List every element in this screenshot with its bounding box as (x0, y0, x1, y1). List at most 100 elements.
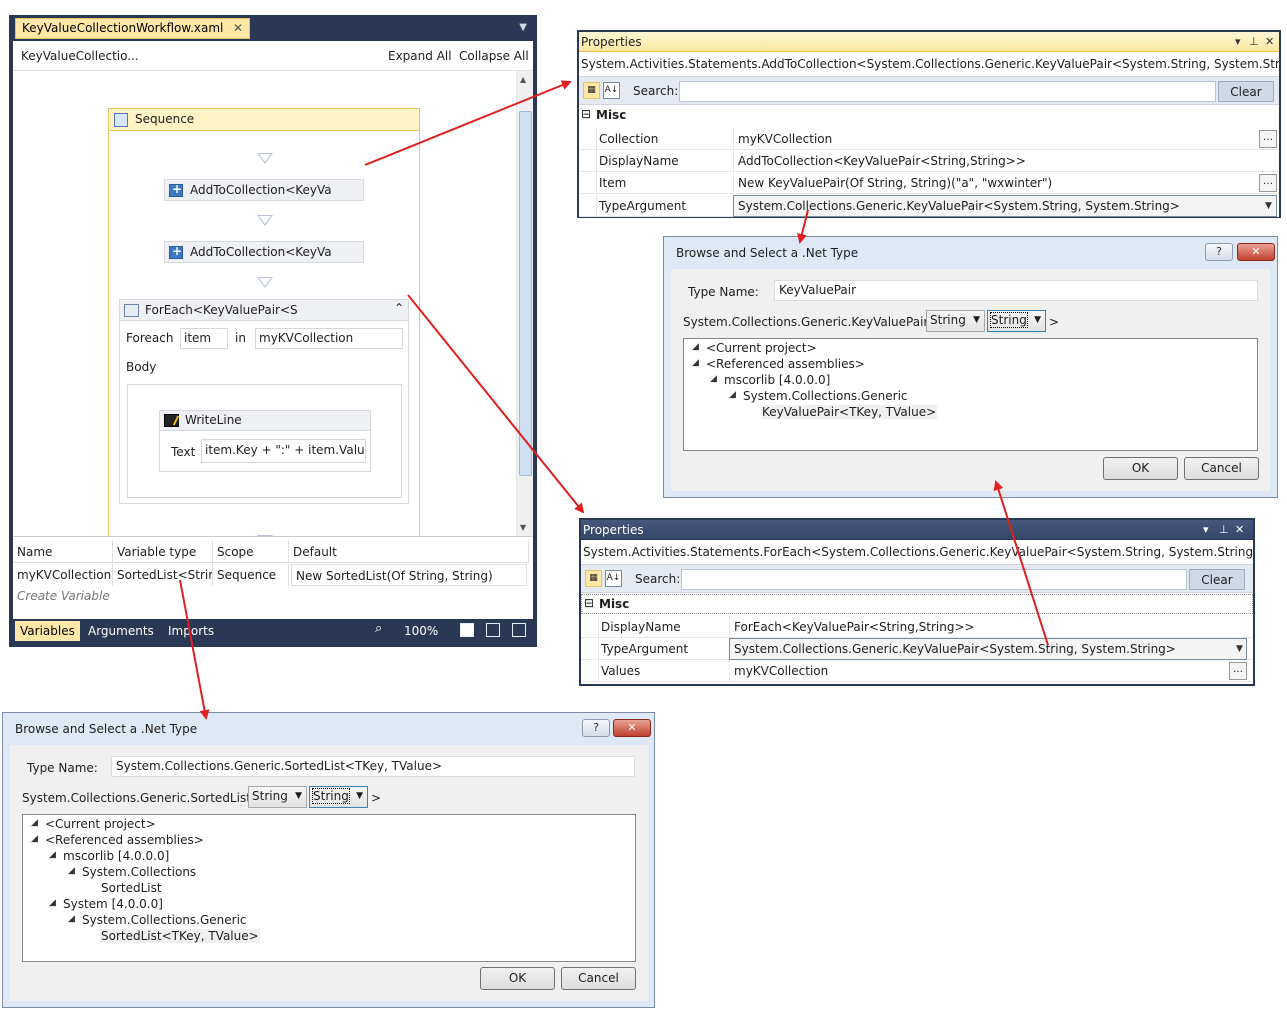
tab-arguments[interactable]: Arguments (83, 621, 159, 641)
variable-name-cell[interactable]: myKVCollection (13, 564, 113, 586)
drop-target-arrow-icon[interactable] (257, 153, 273, 164)
drop-target-arrow-icon[interactable] (257, 277, 273, 288)
tree-node-namespace[interactable]: ◢ System.Collections.Generic (68, 913, 247, 927)
type-argument-select[interactable]: System.Collections.Generic.KeyValuePair<… (733, 195, 1277, 217)
type-argument-select[interactable]: System.Collections.Generic.KeyValuePair<… (729, 638, 1247, 660)
clear-button[interactable]: Clear (1218, 81, 1274, 102)
tree-node-system[interactable]: ◢ System [4.0.0.0] (49, 897, 163, 911)
property-value[interactable]: myKVCollection (729, 660, 1227, 682)
ellipsis-button[interactable]: … (1259, 130, 1277, 148)
type-argument-2-select[interactable]: String ▼ (309, 786, 368, 808)
category-misc[interactable]: Misc (579, 106, 1279, 126)
create-variable-link[interactable]: Create Variable (13, 585, 213, 607)
category-misc[interactable]: Misc (581, 594, 1253, 614)
close-icon[interactable]: ✕ (233, 21, 243, 35)
tree-node-type[interactable]: SortedList (101, 881, 162, 895)
overview-map-icon[interactable] (512, 623, 526, 637)
fit-to-screen-icon[interactable] (486, 623, 500, 637)
categorized-icon[interactable]: ▦ (583, 82, 600, 99)
tab-imports[interactable]: Imports (163, 621, 219, 641)
alphabetical-sort-icon[interactable]: A↓ (605, 570, 622, 587)
expand-icon[interactable]: ◢ (31, 834, 38, 844)
document-tab[interactable]: KeyValueCollectionWorkflow.xaml ✕ (15, 18, 250, 39)
writeline-header[interactable]: WriteLine (160, 411, 370, 431)
clear-button[interactable]: Clear (1189, 569, 1245, 590)
tree-node-mscorlib[interactable]: ◢ mscorlib [4.0.0.0] (710, 373, 830, 387)
column-header-default[interactable]: Default (289, 541, 529, 563)
close-icon[interactable]: ✕ (1265, 35, 1274, 48)
expand-icon[interactable]: ◢ (729, 390, 736, 400)
column-header-name[interactable]: Name (13, 541, 113, 563)
expand-icon[interactable]: ◢ (692, 342, 699, 352)
tree-node-current-project[interactable]: ◢ <Current project> (31, 817, 156, 831)
help-button[interactable]: ? (1205, 243, 1233, 261)
foreach-header[interactable]: ForEach<KeyValuePair<S ⌃ (120, 300, 408, 321)
tree-node-namespace[interactable]: ◢ System.Collections.Generic (729, 389, 908, 403)
pin-icon[interactable]: ⊥ (1219, 523, 1229, 536)
pin-icon[interactable]: ⊥ (1249, 35, 1259, 48)
close-button[interactable]: ✕ (613, 719, 651, 737)
vertical-scrollbar[interactable]: ▲ ▼ (516, 71, 533, 536)
ok-button[interactable]: OK (1103, 457, 1178, 480)
type-name-input[interactable]: KeyValuePair (774, 280, 1258, 301)
add-to-collection-activity-1[interactable]: AddToCollection<KeyVa (164, 179, 364, 201)
breadcrumb[interactable]: KeyValueCollectio... (21, 49, 139, 63)
help-button[interactable]: ? (582, 719, 610, 737)
dropdown-arrow-icon[interactable]: ▾ (1235, 35, 1241, 48)
tree-node-type-selected[interactable]: SortedList<TKey, TValue> (100, 929, 260, 943)
column-header-variable-type[interactable]: Variable type (113, 541, 213, 563)
ellipsis-button[interactable]: … (1259, 174, 1277, 192)
categorized-icon[interactable]: ▦ (585, 570, 602, 587)
writeline-text-field[interactable]: item.Key + ":" + item.Value (201, 439, 366, 463)
foreach-collection-field[interactable]: myKVCollection (255, 328, 403, 349)
expand-icon[interactable]: ◢ (49, 850, 56, 860)
property-row-displayname[interactable]: DisplayName AddToCollection<KeyValuePair… (579, 150, 1279, 172)
drop-target-arrow-icon[interactable] (257, 215, 273, 226)
property-row-typeargument[interactable]: TypeArgument System.Collections.Generic.… (579, 195, 1279, 217)
expand-all-button[interactable]: Expand All (388, 49, 452, 63)
chevron-down-icon[interactable]: ▼ (1236, 644, 1243, 654)
alphabetical-sort-icon[interactable]: A↓ (603, 82, 620, 99)
foreach-item-field[interactable]: item (180, 328, 228, 349)
type-tree[interactable]: ◢ <Current project> ◢ <Referenced assembli… (22, 814, 636, 962)
tab-variables[interactable]: Variables (15, 621, 80, 641)
property-row-displayname[interactable]: DisplayName ForEach<KeyValuePair<String,… (581, 616, 1253, 638)
variable-type-cell[interactable]: SortedList<String (113, 564, 213, 586)
expand-icon[interactable]: ◢ (49, 898, 56, 908)
ellipsis-button[interactable]: … (1229, 662, 1247, 680)
ok-button[interactable]: OK (480, 967, 555, 990)
type-argument-1-select[interactable]: String ▼ (248, 786, 307, 808)
collapse-all-button[interactable]: Collapse All (459, 49, 529, 63)
property-row-typeargument[interactable]: TypeArgument System.Collections.Generic.… (581, 638, 1253, 660)
property-value[interactable]: AddToCollection<KeyValuePair<String,Stri… (733, 150, 1277, 172)
expand-icon[interactable]: ◢ (692, 358, 699, 368)
expand-icon[interactable]: ◢ (68, 914, 75, 924)
property-row-item[interactable]: Item New KeyValuePair(Of String, String)… (579, 172, 1279, 194)
zoom-icon[interactable]: ⌕ (375, 621, 382, 636)
scrollbar-thumb[interactable] (519, 111, 532, 476)
property-row-collection[interactable]: Collection myKVCollection … (579, 128, 1279, 150)
search-input[interactable] (679, 81, 1216, 102)
dropdown-arrow-icon[interactable]: ▼ (519, 22, 527, 33)
variable-default-cell[interactable]: New SortedList(Of String, String) (291, 564, 527, 586)
chevron-down-icon[interactable]: ▼ (1265, 201, 1272, 211)
tree-node-current-project[interactable]: ◢ <Current project> (692, 341, 817, 355)
property-value[interactable]: myKVCollection (733, 128, 1257, 150)
tree-node-referenced-assemblies[interactable]: ◢ <Referenced assemblies> (31, 833, 204, 847)
cancel-button[interactable]: Cancel (1184, 457, 1259, 480)
tree-node-mscorlib[interactable]: ◢ mscorlib [4.0.0.0] (49, 849, 169, 863)
type-argument-1-select[interactable]: String ▼ (926, 310, 985, 332)
collapse-chevron-icon[interactable]: ⌃ (394, 301, 404, 315)
tree-node-type-selected[interactable]: KeyValuePair<TKey, TValue> (761, 405, 938, 419)
type-tree[interactable]: ◢ <Current project> ◢ <Referenced assembli… (683, 338, 1258, 451)
property-value[interactable]: ForEach<KeyValuePair<String,String>> (729, 616, 1251, 638)
zoom-level[interactable]: 100% (404, 624, 438, 638)
cancel-button[interactable]: Cancel (561, 967, 636, 990)
column-header-scope[interactable]: Scope (213, 541, 289, 563)
expand-icon[interactable]: ◢ (710, 374, 717, 384)
type-argument-2-select[interactable]: String ▼ (987, 310, 1046, 332)
property-row-values[interactable]: Values myKVCollection … (581, 660, 1253, 682)
zoom-dropdown-icon[interactable] (460, 623, 474, 637)
variable-scope-cell[interactable]: Sequence (213, 564, 289, 586)
writeline-activity[interactable]: WriteLine Text item.Key + ":" + item.Val… (159, 410, 371, 472)
